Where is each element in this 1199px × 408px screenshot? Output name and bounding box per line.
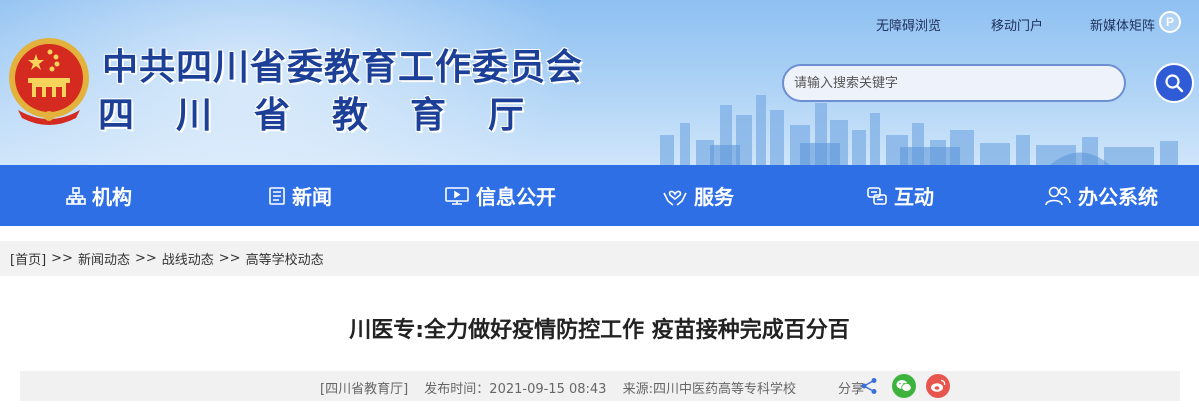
nav-item-service[interactable]: 服务 bbox=[662, 165, 734, 226]
new-media-icon[interactable]: P bbox=[1159, 11, 1181, 33]
breadcrumb-news-link[interactable]: 新闻动态 bbox=[78, 249, 130, 268]
article-origin: 来源:四川中医药高等专科学校 bbox=[622, 382, 796, 397]
nav-label: 互动 bbox=[894, 185, 934, 209]
nav-item-interaction[interactable]: 互动 bbox=[866, 165, 934, 226]
nav-item-info-disclosure[interactable]: 信息公开 bbox=[444, 165, 556, 226]
publish-time: 发布时间：2021-09-15 08:43 bbox=[424, 382, 607, 397]
breadcrumb-separator: >> bbox=[51, 251, 73, 266]
article-title: 川医专:全力做好疫情防控工作 疫苗接种完成百分百 bbox=[349, 318, 850, 343]
breadcrumb-home-link[interactable]: [首页] bbox=[10, 249, 46, 268]
nav-label: 服务 bbox=[694, 185, 734, 209]
breadcrumb-separator: >> bbox=[134, 251, 157, 266]
nav-label: 新闻 bbox=[292, 185, 332, 209]
nav-item-office-system[interactable]: 办公系统 bbox=[1044, 165, 1158, 226]
hands-service-icon bbox=[663, 190, 687, 206]
breadcrumb-university-link[interactable]: 高等学校动态 bbox=[246, 249, 324, 268]
article-meta-bar: [四川省教育厅] 发布时间：2021-09-15 08:43 来源:四川中医药高… bbox=[20, 371, 1180, 401]
new-media-matrix-link[interactable]: 新媒体矩阵 bbox=[1090, 15, 1155, 34]
breadcrumb-sector-link[interactable]: 战线动态 bbox=[162, 249, 214, 268]
org-chart-icon bbox=[66, 186, 86, 205]
wechat-icon bbox=[896, 380, 912, 392]
nav-label: 办公系统 bbox=[1078, 185, 1158, 209]
search-input[interactable] bbox=[782, 64, 1126, 102]
share-icon bbox=[861, 378, 877, 394]
weibo-icon bbox=[931, 379, 946, 392]
weibo-share-button[interactable] bbox=[926, 374, 950, 398]
national-emblem-icon bbox=[9, 38, 89, 125]
org-name-title: 中共四川省委教育工作委员会 bbox=[102, 47, 584, 88]
main-nav: 机构 新闻 信息公开 服务 互动 办公系统 bbox=[0, 165, 1199, 226]
source-tag: [四川省教育厅] bbox=[320, 382, 409, 397]
article-meta: [四川省教育厅] 发布时间：2021-09-15 08:43 来源:四川中医药高… bbox=[320, 378, 808, 397]
monitor-icon bbox=[445, 186, 469, 205]
accessibility-link[interactable]: 无障碍浏览 bbox=[876, 15, 941, 34]
wechat-share-button[interactable] bbox=[892, 374, 916, 398]
nav-item-org[interactable]: 机构 bbox=[66, 165, 132, 226]
news-icon bbox=[269, 186, 285, 205]
nav-label: 机构 bbox=[92, 185, 132, 209]
search-icon bbox=[1165, 74, 1184, 93]
users-icon bbox=[1045, 186, 1071, 205]
mobile-portal-link[interactable]: 移动门户 bbox=[991, 15, 1043, 34]
dept-name-title: 四川省教育厅 bbox=[98, 95, 567, 136]
breadcrumb: [首页] >> 新闻动态 >> 战线动态 >> 高等学校动态 bbox=[0, 241, 1199, 276]
breadcrumb-separator: >> bbox=[218, 251, 241, 266]
site-header: 中共四川省委教育工作委员会 四川省教育厅 无障碍浏览 移动门户 新媒体矩阵 P bbox=[0, 0, 1199, 165]
nav-item-news[interactable]: 新闻 bbox=[268, 165, 332, 226]
search-button[interactable] bbox=[1154, 63, 1194, 103]
top-links: 无障碍浏览 移动门户 新媒体矩阵 bbox=[0, 15, 1199, 35]
nav-label: 信息公开 bbox=[476, 185, 556, 209]
chat-icon bbox=[867, 186, 887, 205]
